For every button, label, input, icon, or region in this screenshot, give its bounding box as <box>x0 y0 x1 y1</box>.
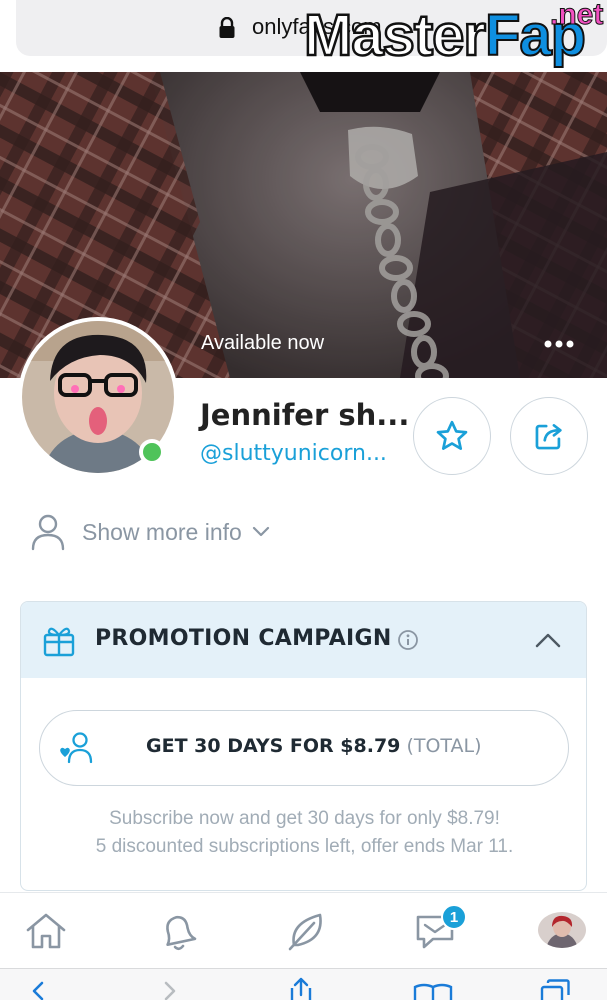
share-icon <box>535 424 562 450</box>
tabs-icon[interactable] <box>540 979 570 1000</box>
star-icon <box>436 420 468 450</box>
bell-icon[interactable] <box>155 909 199 953</box>
leaf-icon[interactable] <box>284 909 328 953</box>
chevron-down-icon <box>252 526 269 537</box>
lock-icon <box>219 17 235 38</box>
offer-total: (TOTAL) <box>406 735 482 757</box>
browser-toolbar <box>0 968 607 1000</box>
availability-status: Available now <box>201 332 325 354</box>
watermark-logo: MasterFap .net <box>303 0 604 72</box>
user-icon <box>31 514 65 551</box>
promotion-title: PROMOTION CAMPAIGN <box>95 626 392 651</box>
share-button[interactable] <box>510 397 588 475</box>
profile-tab-avatar[interactable] <box>538 912 586 948</box>
profile-name: Jennifer sh... <box>200 398 410 432</box>
bookmarks-icon[interactable] <box>412 981 454 1000</box>
promotion-card: PROMOTION CAMPAIGN GET 30 DAYS FOR $8.79… <box>20 601 587 891</box>
back-arrow-icon[interactable] <box>28 981 48 1000</box>
chevron-up-icon[interactable] <box>535 632 561 648</box>
share-sheet-icon[interactable] <box>286 977 316 1000</box>
profile-handle[interactable]: @sluttyunicorn... <box>200 441 387 466</box>
info-icon[interactable] <box>397 629 419 651</box>
offer-label: GET 30 DAYS FOR $8.79 (TOTAL) <box>146 735 482 757</box>
promotion-header[interactable]: PROMOTION CAMPAIGN <box>21 602 586 678</box>
gift-icon <box>43 627 75 657</box>
bottom-tab-bar <box>0 892 607 972</box>
more-options-icon[interactable] <box>544 338 574 350</box>
watermark-tld: .net <box>549 0 604 32</box>
promotion-description-line2: 5 discounted subscriptions left, offer e… <box>95 836 514 857</box>
promotion-description-line1: Subscribe now and get 30 days for only $… <box>109 808 500 829</box>
favorite-button[interactable] <box>413 397 491 475</box>
offer-price: GET 30 DAYS FOR $8.79 <box>146 735 401 757</box>
home-icon[interactable] <box>24 909 68 953</box>
show-more-info-label: Show more info <box>82 518 242 545</box>
message-badge: 1 <box>441 904 467 930</box>
subscribe-offer-button[interactable]: GET 30 DAYS FOR $8.79 (TOTAL) <box>39 710 569 786</box>
online-status-dot <box>139 439 165 465</box>
show-more-info-toggle[interactable]: Show more info <box>30 512 270 552</box>
subscribe-user-icon <box>60 732 93 764</box>
watermark-main: Master <box>303 2 487 70</box>
forward-arrow-icon[interactable] <box>160 981 180 1000</box>
